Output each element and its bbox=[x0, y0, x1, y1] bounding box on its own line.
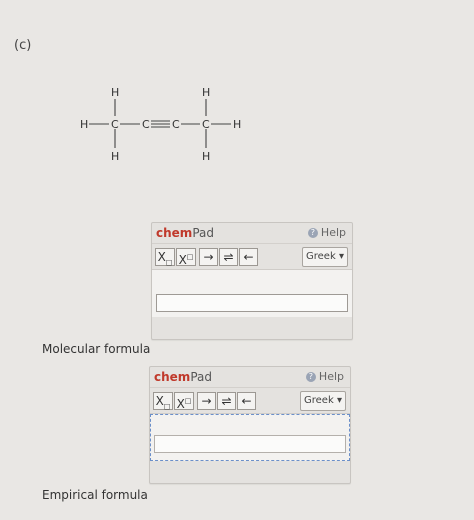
atom-h-left: H bbox=[80, 118, 88, 131]
help-icon: ? bbox=[307, 227, 318, 238]
arrow-left-button[interactable]: ← bbox=[239, 248, 258, 266]
chempad-title: chemPad bbox=[154, 370, 212, 384]
empirical-formula-label: Empirical formula bbox=[42, 488, 148, 502]
atom-h-right: H bbox=[233, 118, 241, 131]
chempad-header: chemPad ? Help bbox=[150, 367, 350, 388]
atom-h-c1-top: H bbox=[111, 86, 119, 99]
chempad-input-area bbox=[152, 270, 352, 317]
atom-c3: C bbox=[172, 118, 180, 131]
arrow-right-button[interactable]: → bbox=[199, 248, 218, 266]
chempad-toolbar: X□ X□ → ⇌ ← Greek ▾ bbox=[150, 388, 350, 414]
greek-dropdown[interactable]: Greek ▾ bbox=[302, 247, 348, 267]
atom-h-c1-bottom: H bbox=[111, 150, 119, 163]
subscript-button[interactable]: X□ bbox=[155, 248, 175, 266]
greek-dropdown[interactable]: Greek ▾ bbox=[300, 391, 346, 411]
help-icon: ? bbox=[305, 371, 316, 382]
part-label: (c) bbox=[14, 38, 32, 53]
atom-h-c4-bottom: H bbox=[202, 150, 210, 163]
arrow-left-button[interactable]: ← bbox=[237, 392, 256, 410]
empirical-formula-input[interactable] bbox=[154, 435, 346, 453]
help-link[interactable]: ? Help bbox=[307, 226, 346, 239]
chevron-down-icon: ▾ bbox=[338, 251, 344, 262]
help-link[interactable]: ? Help bbox=[305, 370, 344, 383]
chempad-header: chemPad ? Help bbox=[152, 223, 352, 244]
chevron-down-icon: ▾ bbox=[336, 395, 342, 406]
atom-h-c4-top: H bbox=[202, 86, 210, 99]
subscript-button[interactable]: X□ bbox=[153, 392, 173, 410]
equilibrium-button[interactable]: ⇌ bbox=[219, 248, 238, 266]
structural-formula: H C C C C H H H H H bbox=[80, 86, 241, 163]
superscript-button[interactable]: X□ bbox=[176, 248, 196, 267]
superscript-button[interactable]: X□ bbox=[174, 392, 194, 411]
chempad-toolbar: X□ X□ → ⇌ ← Greek ▾ bbox=[152, 244, 352, 270]
chempad-molecular: chemPad ? Help X□ X□ → ⇌ ← Greek ▾ bbox=[151, 222, 353, 340]
equilibrium-button[interactable]: ⇌ bbox=[217, 392, 236, 410]
atom-c2: C bbox=[142, 118, 150, 131]
arrow-right-button[interactable]: → bbox=[197, 392, 216, 410]
chempad-input-area bbox=[150, 414, 350, 461]
chempad-title: chemPad bbox=[156, 226, 214, 240]
molecular-formula-input[interactable] bbox=[156, 294, 348, 312]
chempad-empirical: chemPad ? Help X□ X□ → ⇌ ← Greek ▾ bbox=[149, 366, 351, 484]
molecular-formula-label: Molecular formula bbox=[42, 342, 151, 356]
